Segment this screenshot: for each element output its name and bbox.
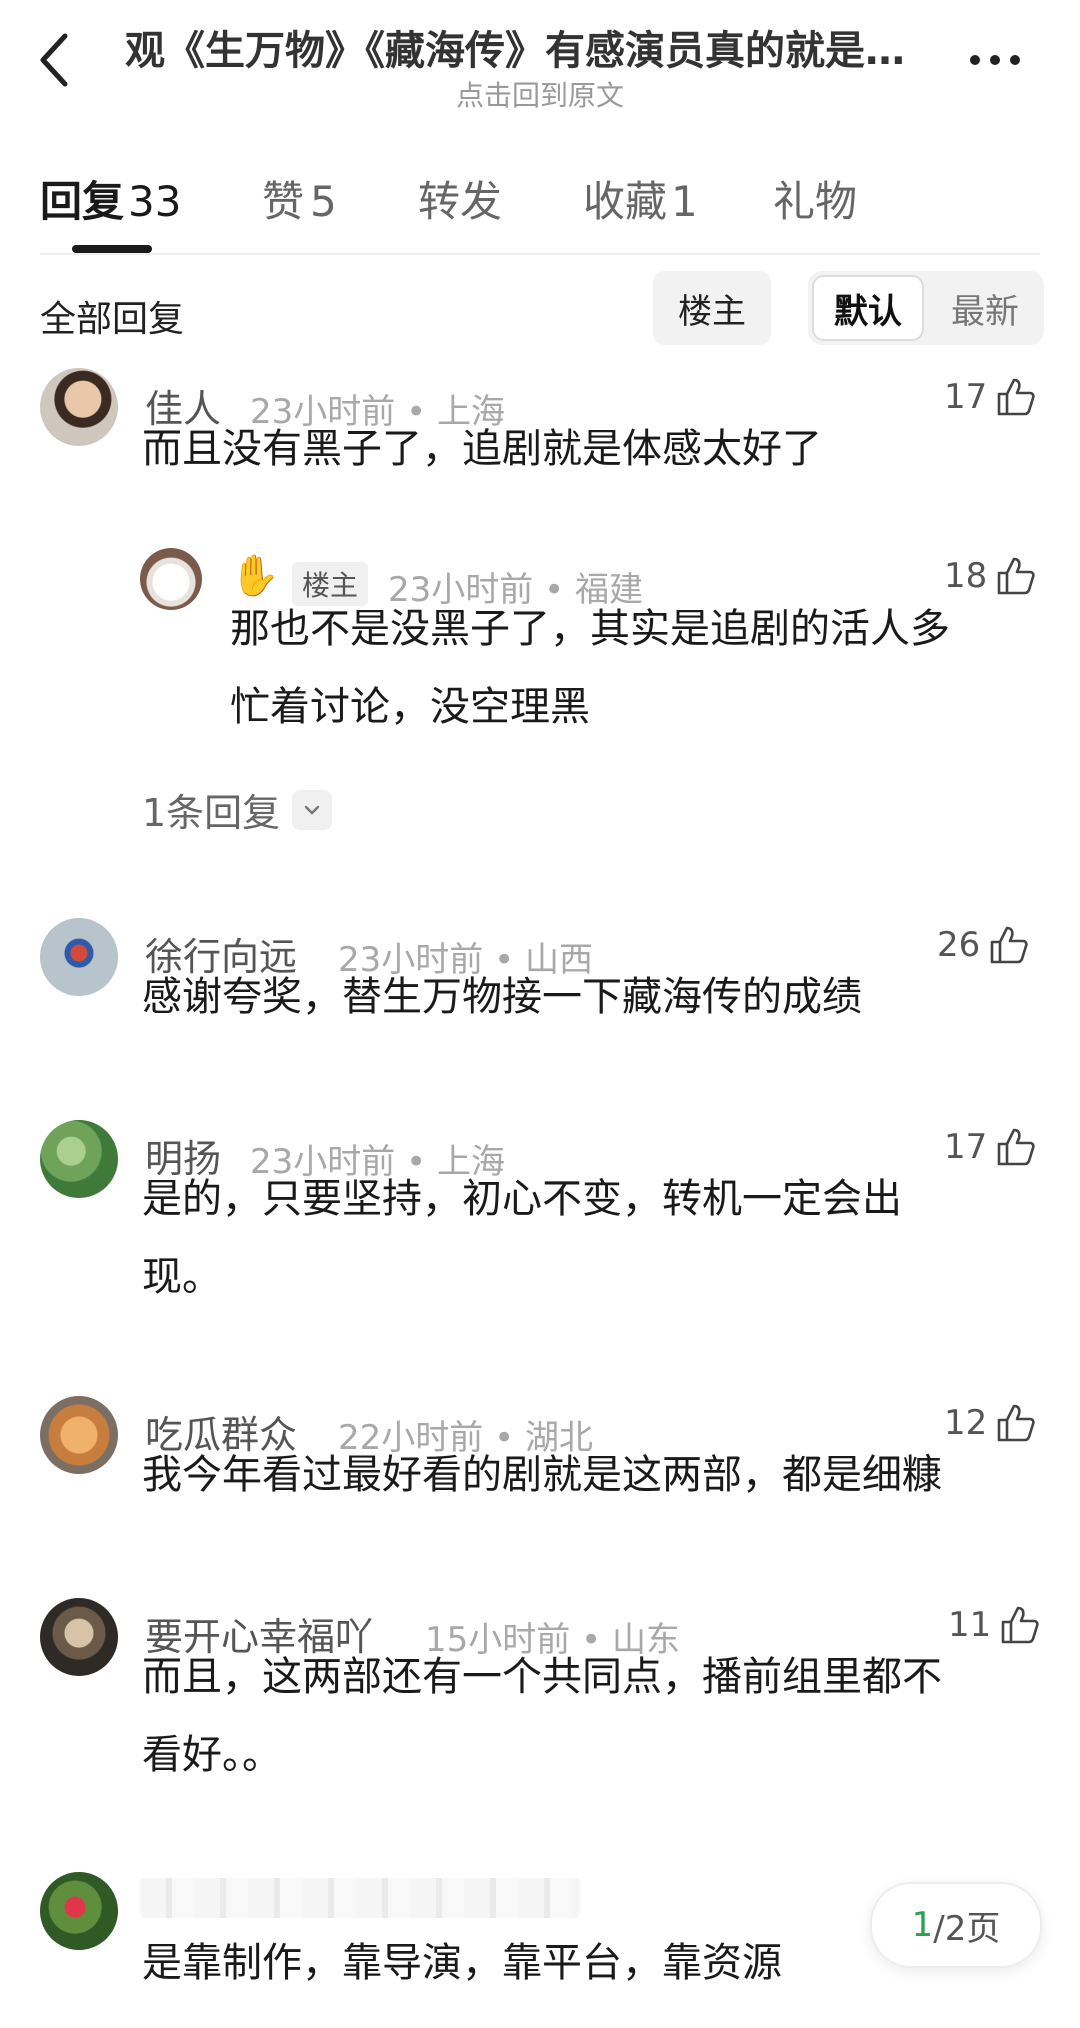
comment-text: 我今年看过最好看的剧就是这两部，都是细糠 — [142, 1452, 942, 1498]
avatar[interactable] — [40, 1396, 118, 1474]
tab-reposts[interactable]: 转发 — [418, 168, 502, 229]
tab-replies[interactable]: 回复33 — [40, 168, 181, 229]
avatar[interactable] — [40, 1120, 118, 1198]
like-button[interactable]: 12 — [944, 1402, 1037, 1444]
back-to-original-link[interactable]: 点击回到原文 — [0, 74, 1080, 114]
comment-text-line: 而且，这两部还有一个共同点，播前组里都不 — [142, 1654, 942, 1700]
thumbs-up-icon — [990, 926, 1028, 964]
comment-text-line: 是的，只要坚持，初心不变，转机一定会出 — [142, 1176, 902, 1222]
thumbs-up-icon — [1001, 1606, 1039, 1644]
more-dots-icon — [965, 50, 1025, 69]
tab-gifts-label: 礼物 — [773, 177, 858, 226]
obscured-author — [140, 1878, 580, 1918]
reply-item: ✋ 楼主 23小时前 • 福建 18 那也不是没黑子了，其实是追剧的活人多 忙着… — [140, 540, 1040, 750]
like-count: 11 — [948, 1605, 992, 1645]
avatar[interactable] — [40, 1872, 118, 1950]
tab-favorites[interactable]: 收藏1 — [583, 168, 698, 229]
thumbs-up-icon — [997, 557, 1035, 595]
owner-only-button[interactable]: 楼主 — [653, 271, 771, 345]
like-button[interactable]: 17 — [944, 1126, 1037, 1168]
like-count: 26 — [937, 925, 981, 965]
tab-likes-count: 5 — [310, 177, 337, 226]
comment-text: 感谢夸奖，替生万物接一下藏海传的成绩 — [142, 974, 862, 1020]
tabs-divider — [40, 253, 1040, 255]
avatar[interactable] — [40, 918, 118, 996]
comment-item: 明扬 23小时前 • 上海 17 是的，只要坚持，初心不变，转机一定会出 现。 — [0, 1112, 1080, 1332]
sort-latest-button[interactable]: 最新 — [930, 275, 1040, 341]
active-tab-indicator — [72, 245, 152, 253]
comment-text-line: 现。 — [142, 1254, 222, 1300]
comment-item: 要开心幸福吖 15小时前 • 山东 11 而且，这两部还有一个共同点，播前组里都… — [0, 1590, 1080, 1810]
avatar[interactable] — [140, 548, 202, 610]
page-indicator[interactable]: 1/2页 — [870, 1882, 1042, 1968]
chevron-down-icon — [292, 789, 333, 830]
like-count: 18 — [944, 556, 988, 596]
thumbs-up-icon — [997, 1404, 1035, 1442]
thumbs-up-icon — [997, 1128, 1035, 1166]
comment-text: 是靠制作，靠导演，靠平台，靠资源 — [142, 1940, 782, 1986]
replies-count-label: 1条回复 — [142, 791, 281, 835]
avatar[interactable] — [40, 1598, 118, 1676]
tab-likes-label: 赞 — [262, 177, 305, 226]
expand-replies-button[interactable]: 1条回复 — [142, 782, 333, 837]
like-button[interactable]: 17 — [944, 376, 1037, 418]
thumbs-up-icon — [997, 378, 1035, 416]
like-button[interactable]: 26 — [937, 924, 1030, 966]
comment-item: 吃瓜群众 22小时前 • 湖北 12 我今年看过最好看的剧就是这两部，都是细糠 — [0, 1388, 1080, 1528]
like-count: 12 — [944, 1403, 988, 1443]
comment-item: 佳人 23小时前 • 上海 17 而且没有黑子了，追剧就是体感太好了 ✋ 楼主 … — [0, 360, 1080, 840]
tab-gifts[interactable]: 礼物 — [773, 168, 857, 229]
comment-text-line: 那也不是没黑子了，其实是追剧的活人多 — [230, 606, 950, 652]
like-count: 17 — [944, 377, 988, 417]
sort-default-button[interactable]: 默认 — [812, 275, 924, 341]
tab-replies-label: 回复 — [40, 177, 125, 226]
more-button[interactable] — [955, 34, 1035, 84]
tab-favorites-label: 收藏 — [583, 177, 668, 226]
tab-likes[interactable]: 赞5 — [262, 168, 337, 229]
like-count: 17 — [944, 1127, 988, 1167]
tab-reposts-label: 转发 — [418, 177, 503, 226]
page-current: 1 — [911, 1905, 934, 1945]
comment-item: 徐行向远 23小时前 • 山西 26 感谢夸奖，替生万物接一下藏海传的成绩 — [0, 910, 1080, 1050]
post-title[interactable]: 观《生万物》《藏海传》有感演员真的就是… — [125, 18, 955, 76]
comment-text-line: 忙着讨论，没空理黑 — [230, 684, 590, 730]
comment-text-line: 看好。。 — [142, 1732, 282, 1778]
like-button[interactable]: 11 — [948, 1604, 1041, 1646]
tab-replies-count: 33 — [128, 177, 182, 226]
page-total: /2页 — [933, 1908, 1001, 1949]
avatar[interactable] — [40, 368, 118, 446]
tab-favorites-count: 1 — [671, 177, 698, 226]
comment-text: 而且没有黑子了，追剧就是体感太好了 — [142, 426, 822, 472]
like-button[interactable]: 18 — [944, 555, 1037, 597]
all-replies-label: 全部回复 — [40, 299, 185, 340]
